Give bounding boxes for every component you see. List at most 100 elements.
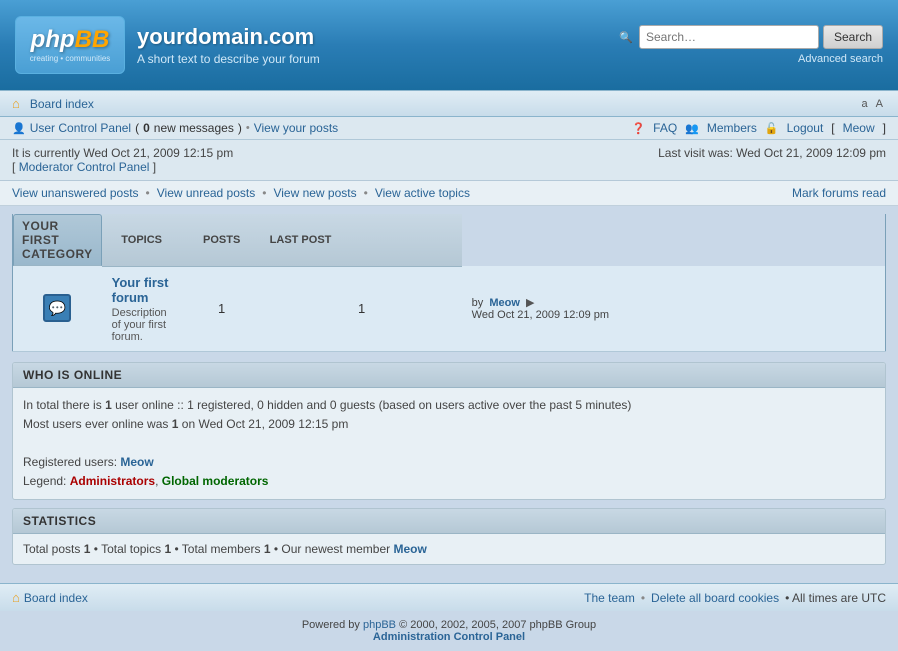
paren-open: ( (135, 121, 139, 135)
new-messages-text: new messages (154, 121, 234, 135)
who-online-section: WHO IS ONLINE In total there is 1 user o… (12, 362, 886, 501)
forum-row: 💬 Your first forum Description of your f… (13, 266, 886, 351)
last-post-time: Wed Oct 21, 2009 12:09 pm (472, 309, 609, 321)
logout-link[interactable]: Logout (787, 121, 824, 135)
copyright: © 2000, 2002, 2005, 2007 phpBB Group (399, 619, 596, 631)
board-index-breadcrumb[interactable]: Board index (30, 97, 94, 111)
ucp-link[interactable]: User Control Panel (30, 121, 131, 135)
advanced-search-link[interactable]: Advanced search (798, 53, 883, 65)
site-title: yourdomain.com (137, 24, 320, 50)
admins-link[interactable]: Administrators (70, 474, 155, 488)
footer-board-index-link[interactable]: Board index (24, 591, 88, 605)
forum-description: Description of your first forum. (112, 307, 172, 343)
phpbb-link[interactable]: phpBB (363, 619, 396, 631)
online-line1-pre: In total there is (23, 398, 102, 412)
view-unread-link[interactable]: View unread posts (157, 186, 256, 200)
faq-link[interactable]: FAQ (653, 121, 677, 135)
view-post-icon[interactable]: ▶ (526, 297, 534, 309)
bottom-bar: Powered by phpBB © 2000, 2002, 2005, 200… (0, 611, 898, 651)
posts-pre: Total posts (23, 542, 80, 556)
font-size-controls: a A (859, 97, 886, 111)
header: phpBB creating • communities yourdomain.… (0, 0, 898, 90)
current-time: It is currently Wed Oct 21, 2009 12:15 p… (12, 146, 233, 160)
posts-count: 1 (84, 542, 91, 556)
members-icon: 👥 (685, 122, 699, 135)
home-icon: ⌂ (12, 96, 20, 111)
footer-sep1: • (641, 591, 645, 605)
quicklinks-left: View unanswered posts • View unread post… (12, 186, 470, 200)
mark-read-link[interactable]: Mark forums read (792, 186, 886, 200)
info-bar-right: Last visit was: Wed Oct 21, 2009 12:09 p… (658, 146, 886, 174)
forum-table: YOUR FIRST CATEGORY TOPICS POSTS LAST PO… (12, 214, 886, 352)
mod-open: [ (12, 160, 15, 174)
statistics-section: STATISTICS Total posts 1 • Total topics … (12, 508, 886, 565)
logo-text: phpBB (31, 28, 110, 52)
who-online-header: WHO IS ONLINE (13, 363, 885, 388)
nav-bar: ⌂ Board index a A (0, 90, 898, 117)
logo-text-bb: BB (75, 26, 110, 53)
site-title-area: yourdomain.com A short text to describe … (137, 24, 320, 66)
logo-sub: creating • communities (30, 54, 111, 63)
delete-cookies-link[interactable]: Delete all board cookies (651, 591, 779, 605)
footer: ⌂ Board index The team • Delete all boar… (0, 583, 898, 611)
last-visit: Last visit was: Wed Oct 21, 2009 12:09 p… (658, 146, 886, 160)
font-decrease[interactable]: a (859, 97, 871, 111)
view-new-link[interactable]: View new posts (273, 186, 356, 200)
last-post-cell: by Meow ▶ Wed Oct 21, 2009 12:09 pm (462, 266, 886, 351)
online-count: 1 (105, 398, 112, 412)
mod-panel-link[interactable]: Moderator Control Panel (19, 160, 150, 174)
who-online-body: In total there is 1 user online :: 1 reg… (13, 388, 885, 500)
sep1: • (246, 122, 250, 134)
user-bar-right: ❓ FAQ 👥 Members 🔓 Logout [ Meow ] (631, 121, 886, 135)
topics-count: 1 (164, 542, 171, 556)
mod-close: ] (153, 160, 156, 174)
ql-sep2: • (262, 186, 266, 200)
username-link[interactable]: Meow (843, 121, 875, 135)
members-count: 1 (264, 542, 271, 556)
logout-icon: 🔓 (765, 122, 779, 135)
mods-link[interactable]: Global moderators (162, 474, 269, 488)
legend-label: Legend: (23, 474, 66, 488)
ql-sep3: • (364, 186, 368, 200)
col-last-post: LAST POST (262, 214, 462, 266)
category-block: YOUR FIRST CATEGORY TOPICS POSTS LAST PO… (12, 214, 886, 352)
view-posts-link[interactable]: View your posts (254, 121, 339, 135)
search-input[interactable] (639, 25, 819, 49)
powered-by: Powered by (302, 619, 360, 631)
last-post-user[interactable]: Meow (489, 297, 520, 309)
info-bar-left: It is currently Wed Oct 21, 2009 12:15 p… (12, 146, 233, 174)
col-topics: TOPICS (102, 214, 182, 266)
newest-user-link[interactable]: Meow (393, 542, 426, 556)
topics-pre: • Total topics (94, 542, 161, 556)
logo-area: phpBB creating • communities yourdomain.… (15, 16, 320, 74)
main-content: YOUR FIRST CATEGORY TOPICS POSTS LAST PO… (0, 206, 898, 573)
col-posts: POSTS (182, 214, 262, 266)
online-line1-post: user online :: 1 registered, 0 hidden an… (115, 398, 631, 412)
search-row: 🔍 Search (619, 25, 883, 49)
quicklinks-bar: View unanswered posts • View unread post… (0, 181, 898, 206)
view-active-link[interactable]: View active topics (375, 186, 470, 200)
most-count: 1 (172, 417, 179, 431)
registered-user-link[interactable]: Meow (120, 455, 153, 469)
forum-icon-glyph: 💬 (49, 300, 66, 317)
admin-panel-link[interactable]: Administration Control Panel (373, 631, 525, 643)
online-line2-post: on Wed Oct 21, 2009 12:15 pm (182, 417, 349, 431)
forum-name-link[interactable]: Your first forum (112, 275, 169, 305)
user-bar-left: 👤 User Control Panel ( 0 new messages ) … (12, 121, 338, 135)
registered-pre: Registered users: (23, 455, 117, 469)
site-description: A short text to describe your forum (137, 52, 320, 66)
search-button[interactable]: Search (823, 25, 883, 49)
font-increase[interactable]: A (873, 97, 886, 111)
forum-icon: 💬 (43, 294, 71, 322)
the-team-link[interactable]: The team (584, 591, 635, 605)
forum-topics: 1 (182, 266, 262, 351)
members-link[interactable]: Members (707, 121, 757, 135)
footer-left: ⌂ Board index (12, 590, 88, 605)
logout-close: ] (883, 121, 886, 135)
forum-icon-cell: 💬 (13, 266, 102, 351)
view-unanswered-link[interactable]: View unanswered posts (12, 186, 139, 200)
footer-home-icon: ⌂ (12, 590, 20, 605)
ql-sep1: • (146, 186, 150, 200)
footer-right: The team • Delete all board cookies • Al… (584, 591, 886, 605)
faq-icon: ❓ (631, 122, 645, 135)
